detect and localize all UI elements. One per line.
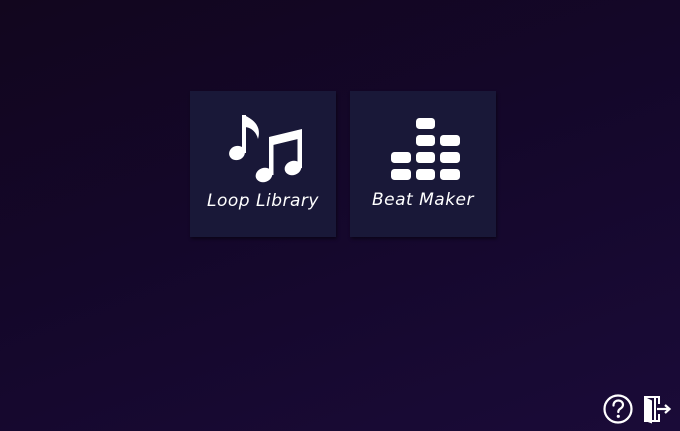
help-icon xyxy=(603,394,633,424)
loop-library-tile[interactable]: Loop Library xyxy=(190,91,336,237)
loop-library-label: Loop Library xyxy=(207,191,319,211)
help-button[interactable] xyxy=(602,393,634,425)
equalizer-icon xyxy=(391,118,460,180)
exit-button[interactable] xyxy=(641,393,673,425)
beat-maker-tile[interactable]: Beat Maker xyxy=(350,91,496,237)
exit-icon xyxy=(644,396,672,424)
music-notes-icon xyxy=(229,115,302,183)
beat-maker-label: Beat Maker xyxy=(372,190,474,210)
